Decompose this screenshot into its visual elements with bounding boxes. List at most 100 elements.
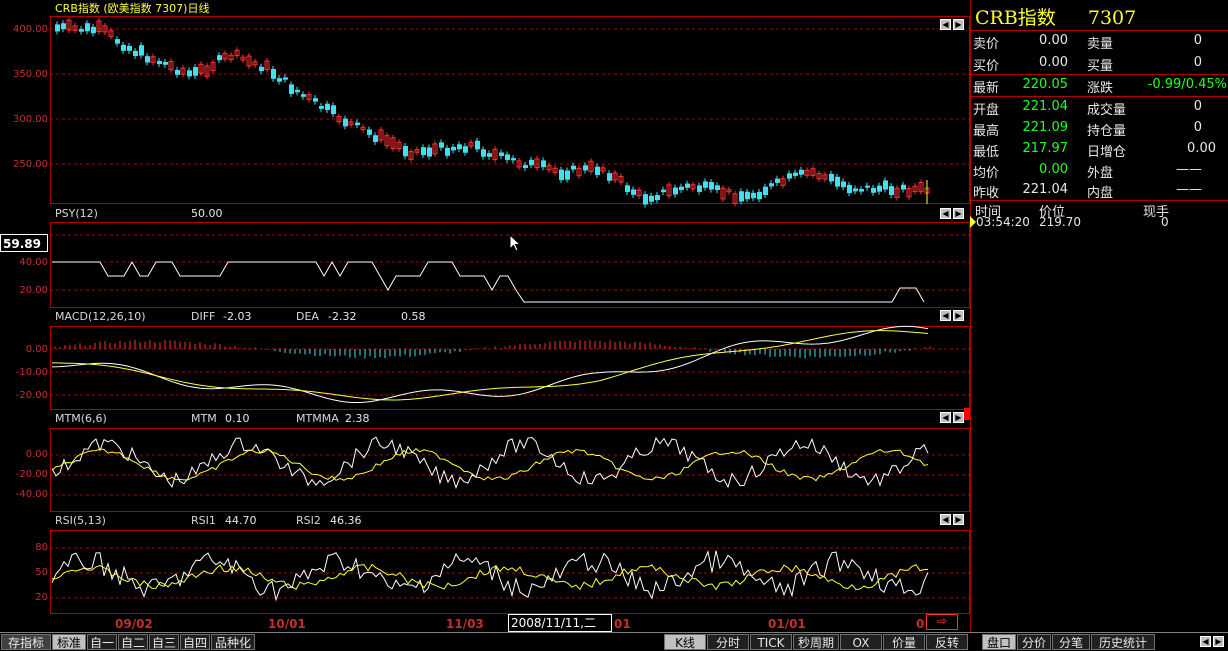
macd-value: 0.58 xyxy=(401,310,426,323)
macd-tick: 0.00 xyxy=(25,344,48,355)
candle-body xyxy=(313,98,318,102)
candle-body xyxy=(829,173,834,182)
quote-row: 最新 220.05 涨跌 -0.99/0.45% xyxy=(971,75,1228,96)
candle-body xyxy=(565,170,570,180)
scroll-right-arrow-icon[interactable]: ⇨ xyxy=(926,614,958,630)
rsi-next-button[interactable]: ▶ xyxy=(953,514,964,525)
candle-body xyxy=(763,186,768,196)
candle-body xyxy=(355,122,360,126)
row-label: 卖量 xyxy=(1087,37,1114,52)
price-next-button[interactable]: ▶ xyxy=(953,19,964,30)
tab-price-volume[interactable]: 价量 xyxy=(883,634,925,650)
quote-title: CRB指数 7307 xyxy=(975,3,1162,30)
candle-body xyxy=(751,192,756,199)
psy-title: PSY(12) 50.00 xyxy=(55,207,223,220)
row-value: 217.97 xyxy=(1022,141,1069,156)
candle-body xyxy=(373,135,378,142)
candle-body xyxy=(649,195,654,202)
row-label: 日增仓 xyxy=(1087,145,1127,160)
row-value: —— xyxy=(1176,182,1202,197)
dea-line xyxy=(51,330,929,401)
mtm-next-button[interactable]: ▶ xyxy=(953,412,964,423)
tab-reverse[interactable]: 反转 xyxy=(926,634,968,650)
tab-kline[interactable]: K线 xyxy=(664,634,706,650)
candle-body xyxy=(289,84,294,94)
tick-time: 03:54:20 xyxy=(976,215,1030,229)
candle-body xyxy=(301,94,306,97)
row-label: 最新 xyxy=(973,81,1000,96)
candle-body xyxy=(121,44,126,51)
x-label: 11/03 xyxy=(446,617,484,631)
candle-body xyxy=(631,189,636,195)
tab-timeshare[interactable]: 分时 xyxy=(707,634,749,650)
tab-trades[interactable]: 分笔 xyxy=(1052,634,1090,650)
candle-body xyxy=(607,173,612,181)
candle-body xyxy=(559,169,564,181)
candle-body xyxy=(421,147,426,156)
row-label: 最高 xyxy=(973,124,1000,139)
candle-body xyxy=(439,142,444,148)
candle-body xyxy=(775,178,780,183)
candle-body xyxy=(271,68,276,79)
candle-body xyxy=(481,149,486,157)
candle-body xyxy=(463,146,468,153)
macd-next-button[interactable]: ▶ xyxy=(953,310,964,321)
row-value: 221.04 xyxy=(1022,99,1069,114)
tab-save-indicator[interactable]: 存指标 xyxy=(1,634,51,650)
rsi-tick: 50 xyxy=(35,567,48,578)
tab-variety[interactable]: 品种化 xyxy=(211,634,255,650)
price-prev-button[interactable]: ◀ xyxy=(940,19,951,30)
tab-custom-3[interactable]: 自三 xyxy=(149,634,179,650)
tab-order-book[interactable]: 盘口 xyxy=(982,634,1016,650)
psy-next-button[interactable]: ▶ xyxy=(953,208,964,219)
candle-body xyxy=(595,166,600,176)
tab-custom-1[interactable]: 自一 xyxy=(87,634,117,650)
row-value: 0 xyxy=(1193,99,1202,114)
row-value: 0.00 xyxy=(1039,162,1068,177)
side-prev-button[interactable]: ◀ xyxy=(1200,636,1211,647)
tab-tick[interactable]: TICK xyxy=(750,634,792,650)
side-next-button[interactable]: ▶ xyxy=(1213,636,1224,647)
candle-body xyxy=(163,61,168,65)
x-label: 01 xyxy=(614,617,631,631)
tab-second-period[interactable]: 秒周期 xyxy=(793,634,839,650)
candle-body xyxy=(325,103,330,111)
tab-ox[interactable]: OX xyxy=(840,634,882,650)
candle-body xyxy=(91,26,96,34)
tab-price-distribution[interactable]: 分价 xyxy=(1017,634,1051,650)
candle-body xyxy=(367,129,372,135)
bottom-tab-bar: 存指标 标准 自一 自二 自三 自四 品种化 K线 分时 TICK 秒周期 OX… xyxy=(0,632,1228,651)
candle-body xyxy=(145,56,150,63)
tab-custom-4[interactable]: 自四 xyxy=(180,634,210,650)
price-tick: 300.00 xyxy=(13,114,48,125)
candle-body xyxy=(541,160,546,168)
candle-body xyxy=(583,165,588,171)
rsi1-label: RSI1 xyxy=(191,514,216,527)
tab-standard[interactable]: 标准 xyxy=(52,634,86,650)
tab-custom-2[interactable]: 自二 xyxy=(118,634,148,650)
candle-body xyxy=(859,188,864,192)
mtm-prev-button[interactable]: ◀ xyxy=(940,412,951,423)
row-label: 买量 xyxy=(1087,59,1114,74)
rsi-prev-button[interactable]: ◀ xyxy=(940,514,951,525)
candle-body xyxy=(901,184,906,190)
candle-body xyxy=(403,146,408,157)
macd-prev-button[interactable]: ◀ xyxy=(940,310,951,321)
row-label: 卖价 xyxy=(973,37,1000,52)
candle-body xyxy=(745,191,750,200)
candle-body xyxy=(661,189,666,193)
tab-history-stats[interactable]: 历史统计 xyxy=(1091,634,1155,650)
row-value: 221.04 xyxy=(1022,182,1069,197)
candle-body xyxy=(427,147,432,157)
quote-row: 卖价 0.00 卖量 0 xyxy=(971,31,1228,52)
cursor-y-readout: 59.89 xyxy=(0,234,48,252)
mtm-tick: 0.00 xyxy=(25,449,48,460)
chart-area[interactable]: CRB指数 (欧美指数 7307)日线 PSY(12) 50.00 MACD(1… xyxy=(0,0,970,632)
psy-prev-button[interactable]: ◀ xyxy=(940,208,951,219)
candle-body xyxy=(871,187,876,193)
candle-body xyxy=(85,23,90,32)
mtm-tick: -40.00 xyxy=(15,489,48,500)
candle-body xyxy=(115,39,120,44)
candle-body xyxy=(757,191,762,200)
quote-panel: CRB指数 7307 卖价 0.00 卖量 0 买价 0.00 买量 0 最新 … xyxy=(970,0,1228,632)
